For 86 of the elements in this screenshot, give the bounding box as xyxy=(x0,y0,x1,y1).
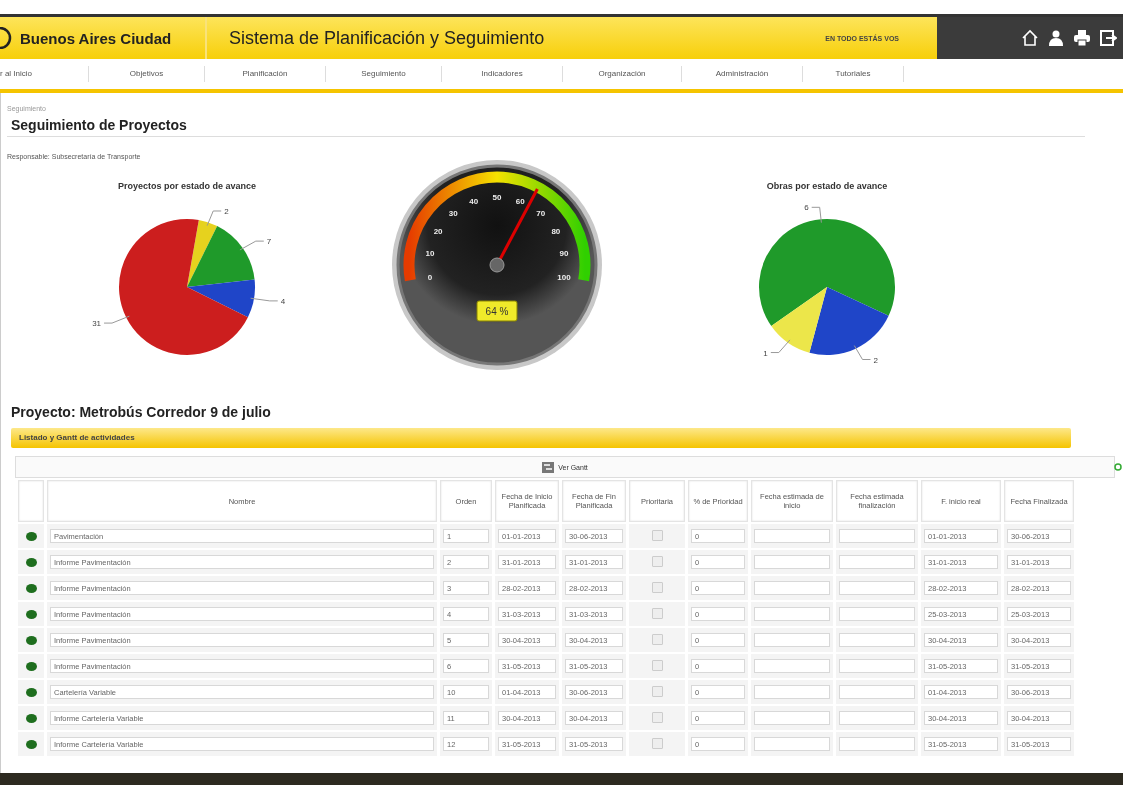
date-field[interactable] xyxy=(754,581,830,595)
date-field[interactable] xyxy=(839,633,915,647)
date-field[interactable] xyxy=(754,555,830,569)
data-label: 6 xyxy=(804,203,809,213)
leader-line xyxy=(239,240,265,251)
leader-line xyxy=(770,339,791,354)
logo-icon xyxy=(0,27,14,49)
date-field[interactable] xyxy=(839,685,915,699)
nav-tab[interactable]: Indicadores xyxy=(442,66,563,82)
data-label: 4 xyxy=(280,296,286,306)
date-field[interactable] xyxy=(839,581,915,595)
status-dot-icon xyxy=(25,687,37,697)
scale-label: 40 xyxy=(469,197,479,207)
chart-title: Proyectos por estado de avance xyxy=(117,181,257,191)
date-field[interactable] xyxy=(754,659,830,673)
date-field[interactable] xyxy=(839,659,915,673)
checkbox[interactable] xyxy=(651,607,663,619)
checkbox[interactable] xyxy=(651,659,663,671)
data-label: 1 xyxy=(763,348,768,358)
chart-icon xyxy=(542,461,555,473)
page-title: Seguimiento de Proyectos xyxy=(7,115,1085,137)
checkbox[interactable] xyxy=(651,711,663,723)
data-label: 7 xyxy=(266,237,272,247)
panel-header: Listado y Gantt de actividades xyxy=(11,428,1071,448)
status-dot-icon xyxy=(25,531,37,541)
date-field[interactable] xyxy=(754,529,830,543)
reading-plate xyxy=(476,300,518,322)
scale-label: 80 xyxy=(551,227,561,236)
date-field[interactable] xyxy=(839,555,915,569)
status-dot-icon xyxy=(25,739,37,749)
gauge-reading: 64 % xyxy=(485,306,509,317)
date-field[interactable] xyxy=(754,685,830,699)
checkbox[interactable] xyxy=(651,555,663,567)
needle-hub xyxy=(489,257,505,273)
date-field[interactable] xyxy=(839,529,915,543)
scale-label: 30 xyxy=(448,208,458,218)
nav-tab[interactable]: r al Inicio xyxy=(0,66,89,82)
date-field[interactable] xyxy=(839,607,915,621)
status-dot-icon xyxy=(25,609,37,619)
date-field[interactable] xyxy=(754,711,830,725)
status-dot-icon xyxy=(25,583,37,593)
checkbox[interactable] xyxy=(651,685,663,697)
nav-tab[interactable]: Objetivos xyxy=(89,66,205,82)
nav-tab[interactable]: Seguimiento xyxy=(326,66,442,82)
nav-tab[interactable]: Organización xyxy=(563,66,682,82)
scale-label: 50 xyxy=(492,193,502,202)
nav-tab[interactable]: Administración xyxy=(682,66,803,82)
scale-label: 90 xyxy=(559,249,569,259)
leader-line xyxy=(103,315,130,324)
user-icon[interactable] xyxy=(1047,29,1065,47)
scale-label: 60 xyxy=(515,197,525,207)
leader-line xyxy=(853,345,871,360)
leader-line xyxy=(250,297,279,302)
status-dot-icon xyxy=(25,557,37,567)
nav-tab[interactable]: Planificación xyxy=(205,66,326,82)
system-title: Sistema de Planificación y Seguimiento xyxy=(228,27,546,49)
checkbox[interactable] xyxy=(651,737,663,749)
scale-label: 20 xyxy=(433,227,443,236)
logout-icon[interactable] xyxy=(1099,29,1117,47)
date-field[interactable] xyxy=(839,711,915,725)
project-title: Proyecto: Metrobús Corredor 9 de julio xyxy=(10,404,271,420)
scale-label: 0 xyxy=(427,272,433,282)
status-dot-icon xyxy=(25,635,37,645)
data-label: 2 xyxy=(873,355,878,365)
date-field[interactable] xyxy=(754,633,830,647)
home-icon[interactable] xyxy=(1021,29,1039,47)
data-label: 31 xyxy=(92,319,102,329)
status-dot-icon xyxy=(25,661,37,671)
brand-name: Buenos Aires Ciudad xyxy=(20,29,172,47)
checkbox[interactable] xyxy=(651,529,663,541)
nav-tab[interactable]: Tutoriales xyxy=(803,66,904,82)
status-icon xyxy=(1114,463,1122,471)
date-field[interactable] xyxy=(754,737,830,751)
date-field[interactable] xyxy=(754,607,830,621)
leader-line xyxy=(811,206,822,224)
date-field[interactable] xyxy=(839,737,915,751)
print-icon[interactable] xyxy=(1073,29,1091,47)
chart-title: Obras por estado de avance xyxy=(766,181,888,191)
data-label: 2 xyxy=(224,207,229,216)
checkbox[interactable] xyxy=(651,633,663,645)
scale-label: 70 xyxy=(536,208,546,218)
scale-label: 10 xyxy=(425,249,435,259)
checkbox[interactable] xyxy=(651,581,663,593)
scale-label: 100 xyxy=(557,272,571,282)
status-dot-icon xyxy=(25,713,37,723)
leader-line xyxy=(206,210,222,227)
